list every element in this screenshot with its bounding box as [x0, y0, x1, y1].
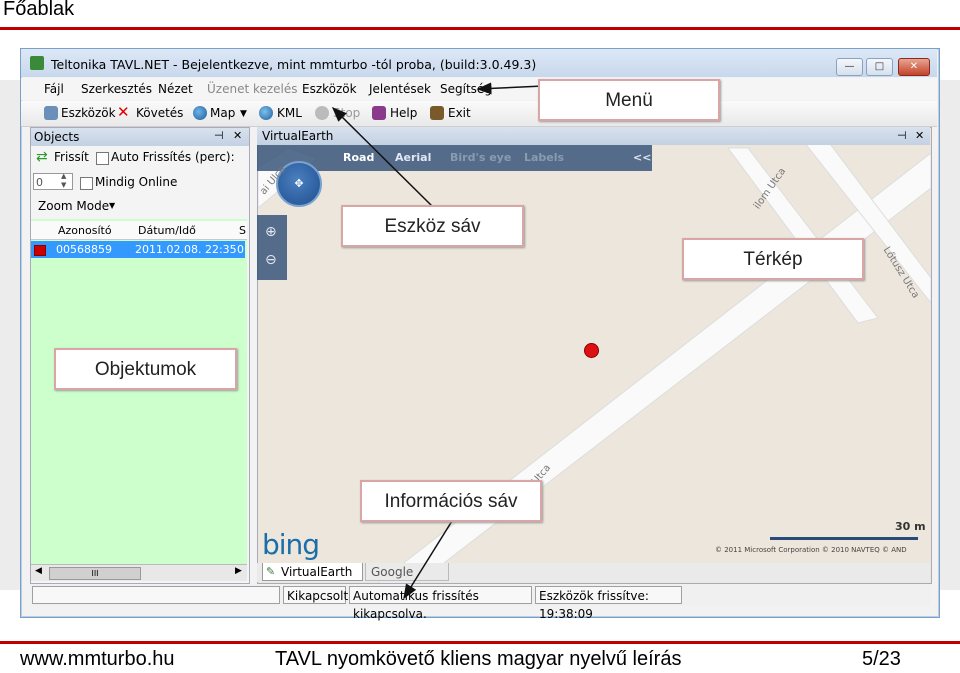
footer-website: www.mmturbo.hu [20, 648, 175, 670]
footer-page-number: 5/23 [862, 648, 901, 670]
callout-toolbar: Eszköz sáv [341, 205, 524, 247]
footer-doc-title: TAVL nyomkövető kliens magyar nyelvű leí… [275, 648, 682, 670]
callout-arrows [331, 81, 631, 600]
callout-menu: Menü [538, 79, 720, 121]
callout-objects: Objektumok [54, 348, 237, 390]
callout-map: Térkép [682, 238, 864, 280]
callout-info-bar: Információs sáv [360, 480, 542, 522]
bottom-divider [0, 641, 960, 644]
